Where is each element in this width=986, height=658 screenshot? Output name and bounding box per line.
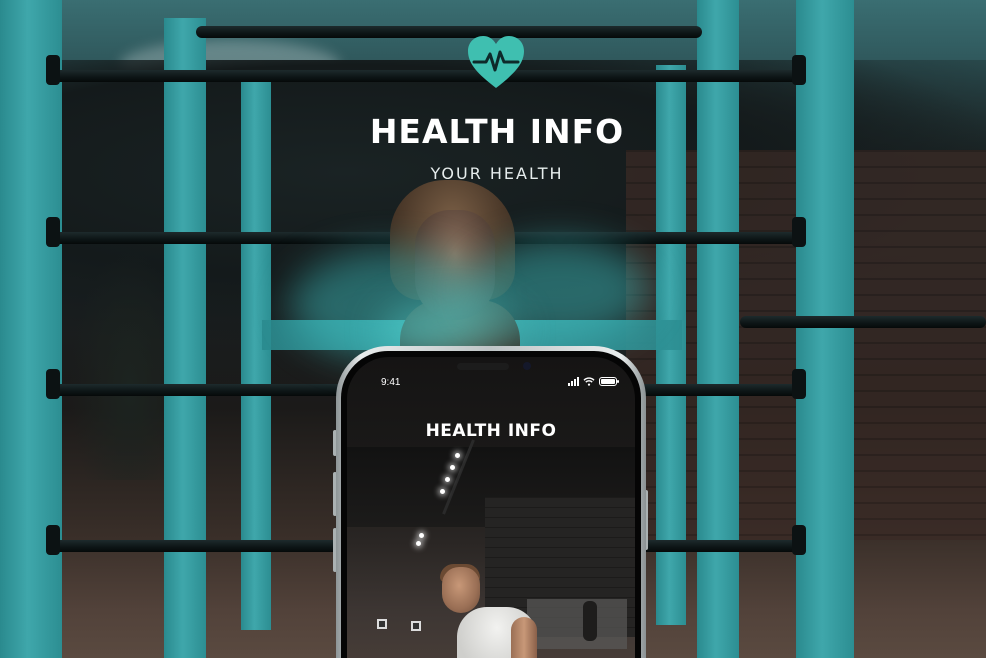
status-time: 9:41 [381,377,401,388]
phone-camera [523,362,531,370]
wifi-icon [583,377,595,386]
battery-level [601,379,615,384]
wall-frame [377,619,387,629]
hero-subtitle: YOUR HEALTH [430,164,564,183]
athlete-arm [511,617,537,658]
phone-bezel: 9:41 HEALTH INFO [341,351,641,658]
bar-cap [46,369,60,399]
ceiling-light [455,453,460,458]
gym-athlete-photo [437,564,547,658]
heart-pulse-icon [466,34,526,90]
hero-title: HEALTH INFO [369,112,625,151]
phone-screen: 9:41 HEALTH INFO [347,357,635,658]
athlete-head [442,567,480,613]
bar-cap [792,369,806,399]
bar [50,70,802,82]
post [0,0,62,658]
post [796,0,854,658]
bar-cap [792,217,806,247]
bar [740,316,986,328]
bar [196,26,702,38]
phone-speaker [457,363,509,370]
bar-cap [46,525,60,555]
cellular-signal-icon [568,377,579,386]
post [697,0,739,658]
gym-person [583,601,597,641]
battery-icon [599,377,619,386]
bar-cap [792,55,806,85]
phone-mockup: 9:41 HEALTH INFO [336,346,646,658]
bar-cap [792,525,806,555]
wall-frame [411,621,421,631]
bar-cap [46,217,60,247]
status-icons [568,377,619,386]
ceiling-light [450,465,455,470]
bar-cap [46,55,60,85]
ceiling-light [445,477,450,482]
ceiling-light [440,489,445,494]
ceiling-light [416,541,421,546]
app-title: HEALTH INFO [425,421,557,441]
ceiling-light [419,533,424,538]
